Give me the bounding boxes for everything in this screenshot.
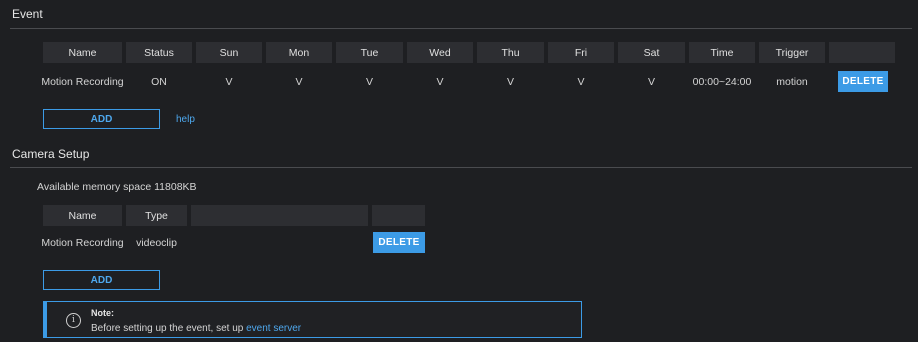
camera-col-name: Name [43,205,122,226]
memory-info: Available memory space 11808KB [37,181,197,193]
info-icon: i [66,313,81,328]
event-col-mon: Mon [266,42,332,63]
event-server-link[interactable]: event server [246,323,301,334]
camera-col-type: Type [126,205,187,226]
event-row-name: Motion Recording [41,75,124,88]
note-message: Before setting up the event, set up [91,323,244,334]
event-col-wed: Wed [407,42,473,63]
camera-col-action [372,205,425,226]
event-col-status: Status [126,42,192,63]
event-row-sat: V [647,75,655,88]
event-row-tue: V [365,75,373,88]
event-col-time: Time [689,42,755,63]
event-col-name: Name [43,42,122,63]
camera-col-blank [191,205,368,226]
event-row-wed: V [436,75,444,88]
camera-setup-divider [10,167,912,168]
event-col-sun: Sun [196,42,262,63]
event-col-sat: Sat [618,42,685,63]
event-row-thu: V [506,75,514,88]
memory-value: 11808KB [154,181,197,193]
camera-setup-title: Camera Setup [12,147,90,161]
event-delete-button[interactable]: DELETE [838,71,888,92]
event-row-time: 00:00~24:00 [692,75,752,88]
event-row-sun: V [225,75,233,88]
event-row-trigger: motion [776,75,808,88]
camera-delete-button[interactable]: DELETE [373,232,425,253]
event-col-fri: Fri [548,42,614,63]
memory-label: Available memory space [37,181,152,193]
event-col-action [829,42,895,63]
event-section-title: Event [12,7,43,21]
camera-row-name: Motion Recording [41,236,124,249]
event-row-status: ON [151,75,167,88]
note-text: Before setting up the event, set up even… [91,323,301,334]
event-col-tue: Tue [336,42,403,63]
event-add-button[interactable]: ADD [43,109,160,129]
event-divider [10,28,912,29]
event-col-trigger: Trigger [759,42,825,63]
event-help-link[interactable]: help [176,114,195,125]
event-row-mon: V [295,75,303,88]
camera-add-button[interactable]: ADD [43,270,160,290]
event-col-thu: Thu [477,42,544,63]
event-row-fri: V [577,75,585,88]
camera-row-type: videoclip [136,236,177,249]
note-box: i Note: Before setting up the event, set… [43,301,582,338]
note-title: Note: [91,308,114,318]
